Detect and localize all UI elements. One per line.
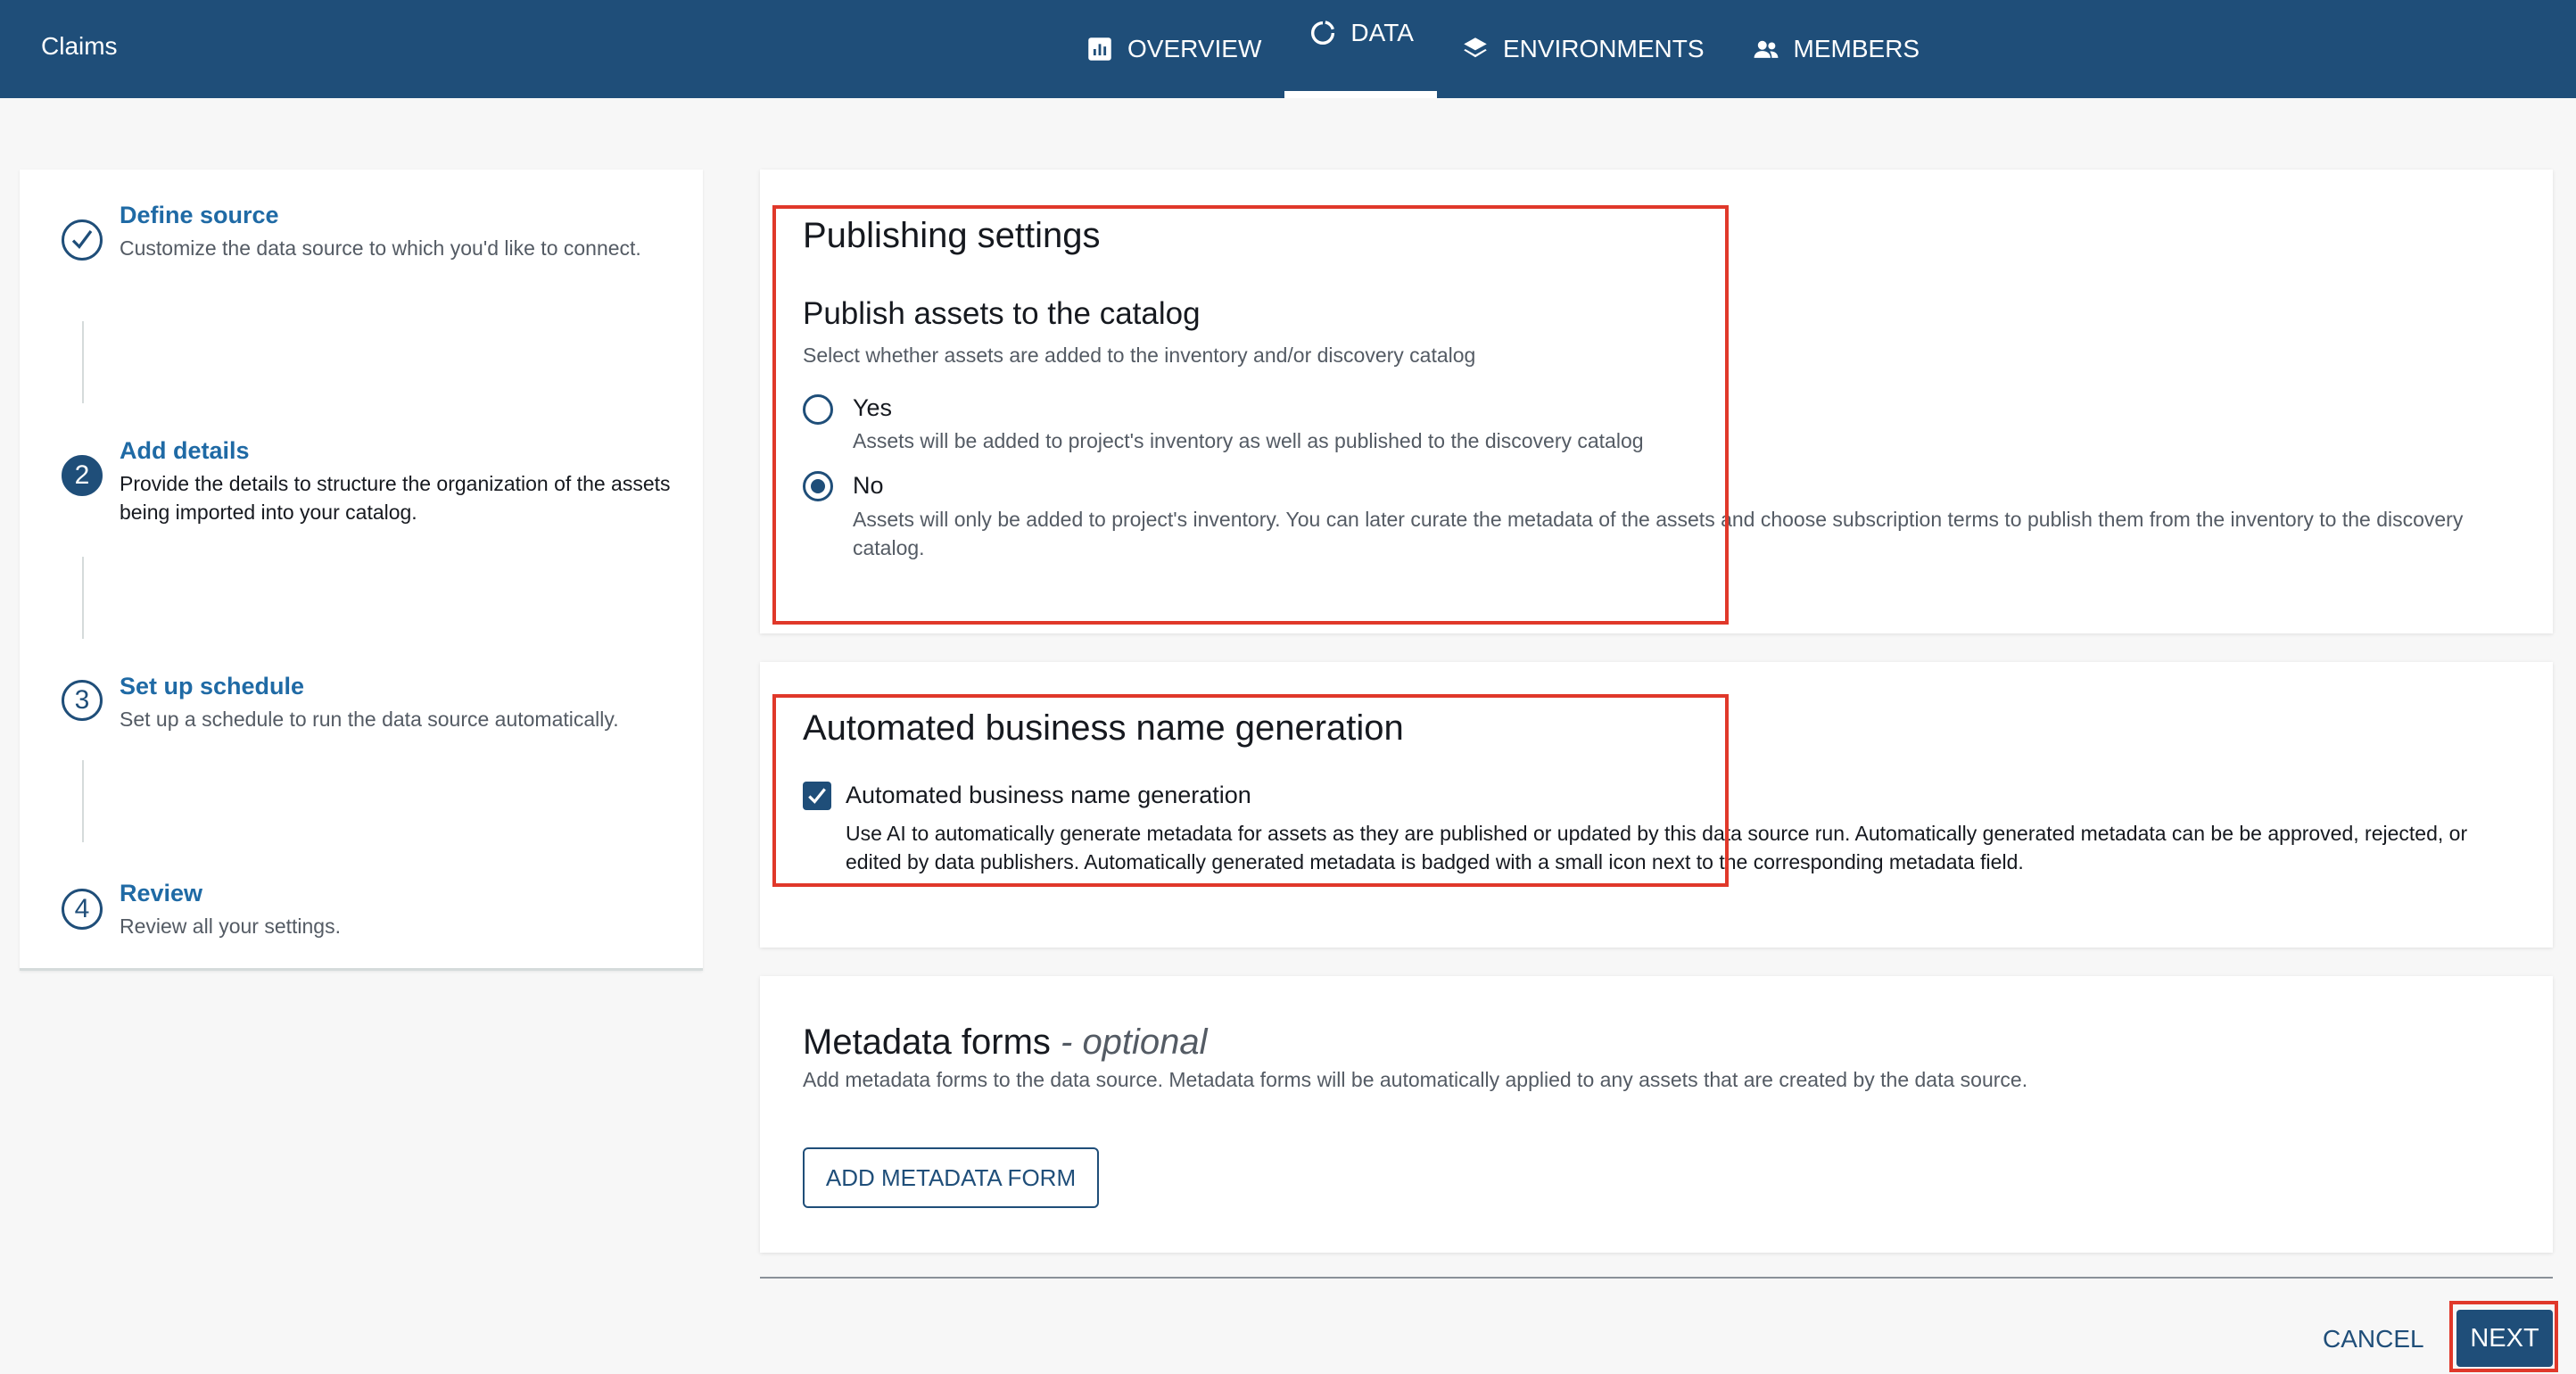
step-title[interactable]: Define source <box>120 202 279 229</box>
step-title[interactable]: Review <box>120 880 202 907</box>
automated-name-checkbox[interactable] <box>803 782 831 810</box>
step-description: Set up a schedule to run the data source… <box>120 708 619 731</box>
publishing-settings-card: Publishing settings Publish assets to th… <box>760 170 2553 633</box>
top-navigation-bar: Claims OVERVIEW DATA ENVIRONMENTS MEMBER… <box>0 0 2576 98</box>
tab-data-label: DATA <box>1350 19 1414 46</box>
checkmark-icon <box>808 788 826 804</box>
tab-members[interactable]: MEMBERS <box>1728 0 1944 98</box>
main-tabs: OVERVIEW DATA ENVIRONMENTS MEMBERS <box>1061 0 1943 98</box>
section-help-text: Select whether assets are added to the i… <box>803 344 1476 367</box>
section-title: Automated business name generation <box>803 708 1404 748</box>
section-title: Publishing settings <box>803 216 1101 255</box>
layers-icon <box>1460 34 1490 64</box>
radio-no-label[interactable]: No <box>853 472 884 500</box>
tab-overview-label: OVERVIEW <box>1127 35 1262 62</box>
section-title: Metadata forms - optional <box>803 1022 1208 1063</box>
tab-data[interactable]: DATA <box>1284 0 1437 98</box>
step-description: Review all your settings. <box>120 915 341 938</box>
metadata-forms-title: Metadata forms <box>803 1022 1051 1062</box>
checkbox-description: Use AI to automatically generate metadat… <box>846 822 2468 873</box>
metadata-forms-description: Add metadata forms to the data source. M… <box>803 1068 2028 1091</box>
bar-chart-icon <box>1085 34 1115 64</box>
automated-name-card: Automated business name generation Autom… <box>760 662 2553 948</box>
step-number: 4 <box>62 889 103 930</box>
tab-members-label: MEMBERS <box>1793 35 1920 62</box>
footer-divider <box>760 1277 2553 1279</box>
radio-yes-label[interactable]: Yes <box>853 394 892 422</box>
step-title[interactable]: Add details <box>120 437 250 465</box>
wizard-stepper: Define source Customize the data source … <box>20 170 703 971</box>
people-icon <box>1751 34 1781 64</box>
tab-environments[interactable]: ENVIRONMENTS <box>1437 0 1728 98</box>
tab-overview[interactable]: OVERVIEW <box>1061 0 1284 98</box>
optional-label: - optional <box>1050 1022 1208 1062</box>
radio-yes-description: Assets will be added to project's invent… <box>853 429 1644 452</box>
step-number: 3 <box>62 680 103 721</box>
checkbox-label[interactable]: Automated business name generation <box>846 782 1251 809</box>
radio-yes[interactable] <box>803 394 833 425</box>
radio-no[interactable] <box>803 471 833 501</box>
refresh-icon <box>1308 18 1338 48</box>
step-description: Provide the details to structure the org… <box>120 472 671 524</box>
project-name[interactable]: Claims <box>41 32 118 61</box>
section-subtitle: Publish assets to the catalog <box>803 296 1201 331</box>
step-description: Customize the data source to which you'd… <box>120 236 641 260</box>
metadata-forms-card: Metadata forms - optional Add metadata f… <box>760 976 2553 1253</box>
check-icon <box>62 219 103 261</box>
step-connector <box>82 557 84 639</box>
radio-no-description: Assets will only be added to project's i… <box>853 508 2464 559</box>
step-number: 2 <box>62 455 103 496</box>
step-connector <box>82 760 84 842</box>
step-title[interactable]: Set up schedule <box>120 673 304 700</box>
next-button[interactable]: NEXT <box>2456 1310 2553 1367</box>
step-connector <box>82 321 84 403</box>
add-metadata-form-button[interactable]: ADD METADATA FORM <box>803 1147 1099 1208</box>
tab-environments-label: ENVIRONMENTS <box>1502 35 1705 62</box>
cancel-button[interactable]: CANCEL <box>2305 1317 2442 1362</box>
